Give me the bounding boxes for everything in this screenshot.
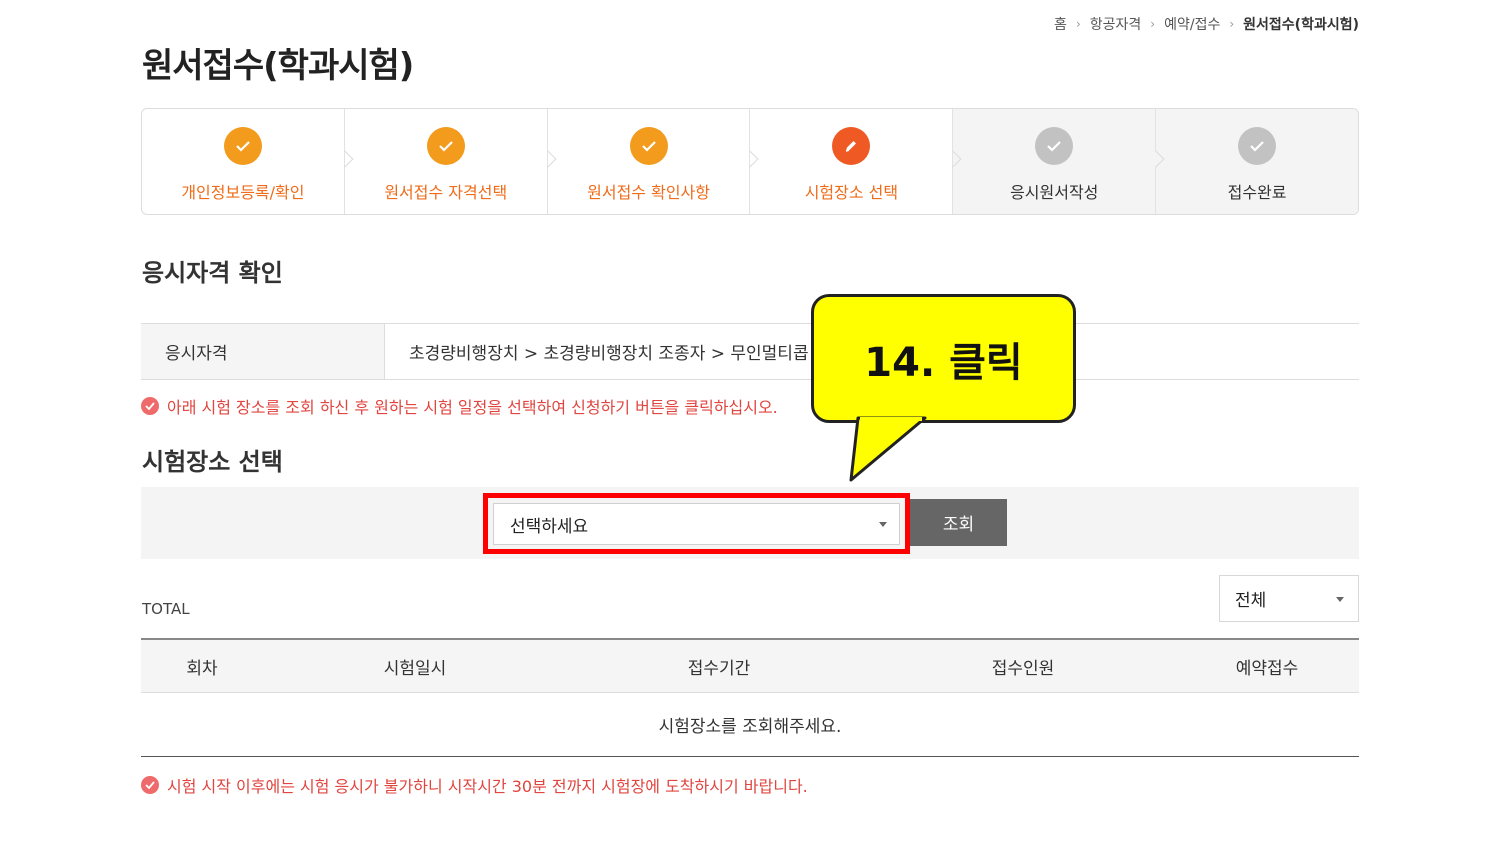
notice-top: 아래 시험 장소를 조회 하신 후 원하는 시험 일정을 선택하여 신청하기 버…	[141, 394, 778, 418]
step-label: 개인정보등록/확인	[181, 183, 305, 202]
step-complete: 접수완료	[1156, 109, 1358, 214]
search-button[interactable]: 조회	[910, 499, 1007, 546]
step-label: 원서접수 자격선택	[384, 183, 508, 202]
page-title: 원서접수(학과시험)	[142, 46, 414, 86]
column-header-registration-period: 접수기간	[687, 658, 751, 679]
step-label: 접수완료	[1227, 183, 1287, 202]
column-header-reservation: 예약접수	[1235, 658, 1299, 679]
step-label: 응시원서작성	[1010, 183, 1099, 202]
venue-section-title: 시험장소 선택	[142, 448, 283, 476]
step-label: 시험장소 선택	[804, 183, 899, 202]
step-confirm-items: 원서접수 확인사항	[548, 109, 759, 214]
qualification-header: 응시자격	[141, 324, 385, 379]
column-header-exam-datetime: 시험일시	[383, 658, 447, 679]
table-header-row: 회차 시험일시 접수기간 접수인원 예약접수	[141, 638, 1359, 693]
chevron-right-icon: ›	[1075, 17, 1081, 31]
chevron-right-icon: ›	[1150, 17, 1156, 31]
check-circle-icon	[141, 776, 159, 794]
pencil-icon	[832, 127, 871, 165]
check-icon	[1238, 127, 1277, 165]
breadcrumb-home[interactable]: 홈	[1054, 14, 1067, 34]
check-icon	[1035, 127, 1074, 165]
filter-select-value: 전체	[1235, 591, 1267, 611]
chevron-right-icon: ›	[1229, 17, 1235, 31]
notice-bottom-text: 시험 시작 이후에는 시험 응시가 불가하니 시작시간 30분 전까지 시험장에…	[167, 777, 808, 796]
check-icon	[426, 127, 465, 165]
breadcrumb-current: 원서접수(학과시험)	[1243, 17, 1359, 33]
result-table: 회차 시험일시 접수기간 접수인원 예약접수 시험장소를 조회해주세요.	[141, 638, 1359, 757]
step-personal-info: 개인정보등록/확인	[142, 109, 354, 214]
qualification-table: 응시자격 초경량비행장치 > 초경량비행장치 조종자 > 무인멀티콥	[141, 323, 1359, 380]
check-icon	[629, 127, 668, 165]
step-application-form: 응시원서작성	[953, 109, 1165, 214]
column-header-capacity: 접수인원	[991, 658, 1055, 679]
highlight-box	[483, 493, 910, 554]
step-progress: 개인정보등록/확인 원서접수 자격선택 원서접수 확인사항 시험장소 선택 응시…	[141, 108, 1359, 215]
column-header-round: 회차	[186, 658, 218, 679]
breadcrumb-level2[interactable]: 예약/접수	[1164, 14, 1220, 34]
caret-down-icon	[1336, 597, 1344, 602]
qualification-section-title: 응시자격 확인	[142, 259, 283, 287]
filter-select[interactable]: 전체	[1219, 575, 1359, 622]
notice-bottom: 시험 시작 이후에는 시험 응시가 불가하니 시작시간 30분 전까지 시험장에…	[141, 773, 808, 797]
step-label: 원서접수 확인사항	[587, 183, 710, 202]
breadcrumb: 홈 › 항공자격 › 예약/접수 › 원서접수(학과시험)	[1054, 14, 1359, 34]
callout-annotation: 14. 클릭	[811, 294, 1076, 423]
notice-top-text: 아래 시험 장소를 조회 하신 후 원하는 시험 일정을 선택하여 신청하기 버…	[167, 398, 778, 417]
step-venue-select: 시험장소 선택	[750, 109, 962, 214]
check-icon	[223, 127, 262, 165]
check-circle-icon	[141, 397, 159, 415]
total-label: TOTAL	[142, 600, 190, 618]
table-empty-message: 시험장소를 조회해주세요.	[141, 693, 1359, 757]
step-qualification-select: 원서접수 자격선택	[345, 109, 557, 214]
breadcrumb-level1[interactable]: 항공자격	[1090, 14, 1142, 34]
